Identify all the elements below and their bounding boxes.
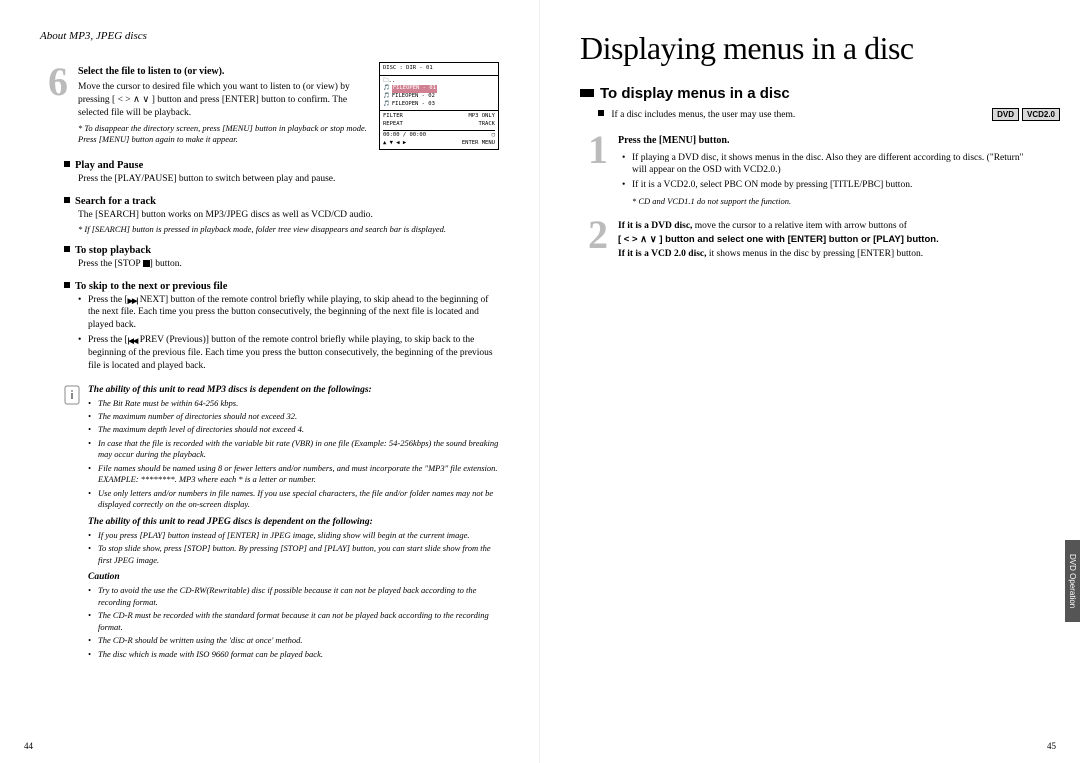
osd-repeat: REPEAT: [383, 121, 403, 129]
step-1: 1 Press the [MENU] button. If playing a …: [580, 130, 1030, 207]
list-item: The disc which is made with ISO 9660 for…: [88, 649, 499, 660]
bullet-icon: [598, 110, 604, 116]
bar-icon: [580, 89, 594, 97]
osd-time: 00:00 / 00:00: [383, 132, 426, 140]
badge-vcd: VCD2.0: [1022, 108, 1060, 121]
skip-prev: Press the [|◀◀ PREV (Previous)] button o…: [78, 334, 499, 372]
bullet-icon: [64, 282, 70, 288]
search-body: The [SEARCH] button works on MP3/JPEG di…: [78, 209, 499, 222]
list-item: The CD-R should be written using the 'di…: [88, 635, 499, 646]
step-1-bullet-1: If playing a DVD disc, it shows menus in…: [622, 152, 1030, 178]
list-item: Try to avoid the use the CD-RW(Rewritabl…: [88, 585, 499, 608]
bullet-icon: [64, 161, 70, 167]
bullet-icon: [64, 197, 70, 203]
step-2-line-1: If it is a DVD disc, move the cursor to …: [618, 219, 1030, 233]
left-page-header: About MP3, JPEG discs: [40, 30, 499, 42]
stop-title: To stop playback: [75, 245, 151, 256]
list-item: To stop slide show, press [STOP] button.…: [88, 543, 499, 566]
page-number-left: 44: [24, 741, 33, 751]
section-stop: To stop playback Press the [STOP ] butto…: [64, 245, 499, 271]
step-1-note: * CD and VCD1.1 do not support the funct…: [632, 196, 1030, 207]
osd-filter: FILTER: [383, 113, 403, 121]
page-title: Displaying menus in a disc: [580, 30, 1030, 67]
list-item: The Bit Rate must be within 64-256 kbps.: [88, 398, 499, 409]
osd-mp3only: MP3 ONLY: [469, 113, 496, 121]
step-2-number: 2: [580, 215, 608, 262]
jpeg-note-head: The ability of this unit to read JPEG di…: [88, 517, 499, 527]
step-2: 2 If it is a DVD disc, move the cursor t…: [580, 215, 1030, 262]
osd-track: TRACK: [478, 121, 495, 129]
format-badges: DVD VCD2.0: [992, 108, 1060, 121]
skip-next: Press the [▶▶| NEXT] button of the remot…: [78, 294, 499, 332]
list-item: The CD-R must be recorded with the stand…: [88, 610, 499, 633]
step-2-line-2: [ < > ∧ ∨ ] button and select one with […: [618, 233, 1030, 247]
prev-icon: |◀◀: [128, 337, 138, 346]
play-pause-body: Press the [PLAY/PAUSE] button to switch …: [78, 173, 499, 186]
osd-file-2: FILEOPEN - 02: [392, 93, 435, 101]
osd-top: DISC : DIR - 01: [380, 63, 498, 76]
section-skip: To skip to the next or previous file Pre…: [64, 281, 499, 373]
section-play-pause: Play and Pause Press the [PLAY/PAUSE] bu…: [64, 160, 499, 186]
step-6-note: * To disappear the directory screen, pre…: [78, 123, 369, 145]
list-item: If you press [PLAY] button instead of [E…: [88, 530, 499, 541]
list-item: File names should be named using 8 or fe…: [88, 463, 499, 486]
play-pause-title: Play and Pause: [75, 160, 143, 171]
step-2-line-3: If it is a VCD 2.0 disc, it shows menus …: [618, 247, 1030, 261]
section-search: Search for a track The [SEARCH] button w…: [64, 196, 499, 235]
step-1-title: Press the [MENU] button.: [618, 134, 1030, 148]
osd-file-3: FILEOPEN - 03: [392, 101, 435, 109]
step-6-title: Select the file to listen to (or view).: [78, 66, 369, 77]
bullet-icon: [64, 246, 70, 252]
note-box: The ability of this unit to read MP3 dis…: [64, 385, 499, 662]
note-icon: [64, 385, 80, 662]
subtitle: To display menus in a disc: [580, 85, 1030, 102]
osd-enter: ENTER MENU: [462, 140, 495, 148]
page-number-right: 45: [1047, 741, 1056, 751]
stop-body: Press the [STOP ] button.: [78, 258, 499, 271]
step-1-bullet-2: If it is a VCD2.0, select PBC ON mode by…: [622, 179, 1030, 192]
caution-list: Try to avoid the use the CD-RW(Rewritabl…: [88, 585, 499, 660]
next-icon: ▶▶|: [128, 297, 138, 306]
list-item: Use only letters and/or numbers in file …: [88, 488, 499, 511]
list-item: The maximum number of directories should…: [88, 411, 499, 422]
stop-icon: [143, 260, 150, 267]
mp3-note-list: The Bit Rate must be within 64-256 kbps.…: [88, 398, 499, 511]
step-6: 6 Select the file to listen to (or view)…: [40, 62, 499, 150]
list-item: In case that the file is recorded with t…: [88, 438, 499, 461]
search-note: * If [SEARCH] button is pressed in playb…: [78, 224, 499, 235]
osd-preview: DISC : DIR - 01 🗀.. 🎵FILEOPEN - 01 🎵FILE…: [379, 62, 499, 150]
step-6-number: 6: [40, 62, 68, 150]
step-1-number: 1: [580, 130, 608, 207]
badge-dvd: DVD: [992, 108, 1019, 121]
osd-arrows: ▲ ▼ ◀ ▶: [383, 140, 406, 148]
intro-text: If a disc includes menus, the user may u…: [598, 110, 1030, 120]
side-tab: DVD Operation: [1065, 540, 1080, 622]
skip-title: To skip to the next or previous file: [75, 281, 227, 292]
search-title: Search for a track: [75, 196, 156, 207]
mp3-note-head: The ability of this unit to read MP3 dis…: [88, 385, 499, 395]
list-item: The maximum depth level of directories s…: [88, 424, 499, 435]
step-6-body: Move the cursor to desired file which yo…: [78, 81, 369, 119]
jpeg-note-list: If you press [PLAY] button instead of [E…: [88, 530, 499, 566]
caution-head: Caution: [88, 572, 499, 582]
osd-file-1: FILEOPEN - 01: [392, 85, 437, 93]
